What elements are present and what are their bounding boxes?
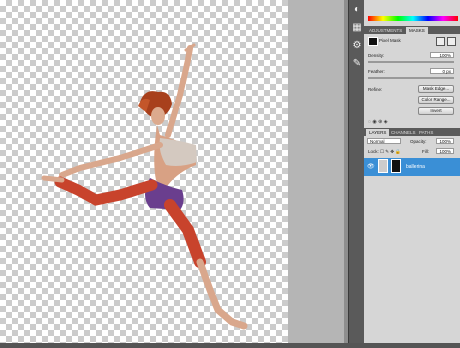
feather-slider[interactable] <box>368 77 454 79</box>
refine-label: Refine: <box>368 87 383 92</box>
right-panel: ADJUSTMENTS MASKS Pixel Mask Density: 10… <box>364 0 460 343</box>
color-range-button[interactable]: Color Range... <box>418 96 454 104</box>
color-spectrum[interactable] <box>368 16 458 21</box>
lock-icons[interactable]: ☐ ✎ ✥ 🔒 <box>380 149 401 155</box>
layer-thumbnail <box>378 159 388 173</box>
tab-paths[interactable]: PATHS <box>416 129 436 136</box>
document-canvas[interactable] <box>0 0 288 343</box>
mask-title: Pixel Mask <box>379 38 401 43</box>
lock-label: Lock: <box>368 149 379 154</box>
tab-layers[interactable]: LAYERS <box>366 129 390 136</box>
panel-icon-strip: ◐ ▦ ⚙ ✎ <box>348 0 365 343</box>
fill-field[interactable]: 100% <box>436 148 454 154</box>
opacity-label: Opacity: <box>410 139 427 144</box>
visibility-eye-icon[interactable]: 👁 <box>367 163 375 170</box>
adjustments-icon[interactable]: ◐ <box>351 4 363 16</box>
feather-label: Feather: <box>368 69 385 74</box>
layer-mask-thumbnail[interactable] <box>391 159 401 173</box>
pixel-mask-icon[interactable] <box>368 37 378 46</box>
layer-name[interactable]: ballerina <box>406 164 425 170</box>
density-field[interactable]: 100% <box>430 52 454 58</box>
layers-tabbar: LAYERS CHANNELS PATHS <box>364 128 460 136</box>
density-slider[interactable] <box>368 61 454 63</box>
layer-row[interactable]: 👁 ballerina <box>364 158 460 176</box>
pasteboard <box>288 0 344 343</box>
add-vector-mask-icon[interactable] <box>447 37 456 46</box>
invert-button[interactable]: Invert <box>418 107 454 115</box>
dancer-image <box>41 43 248 330</box>
tab-channels[interactable]: CHANNELS <box>388 129 419 136</box>
clone-source-icon[interactable]: ⚙ <box>351 40 363 52</box>
brush-presets-icon[interactable]: ✎ <box>351 58 363 70</box>
mask-edge-button[interactable]: Mask Edge... <box>418 85 454 93</box>
add-pixel-mask-icon[interactable] <box>436 37 445 46</box>
styles-icon[interactable]: ▦ <box>351 22 363 34</box>
fill-label: Fill: <box>422 149 429 154</box>
feather-field[interactable]: 0 px <box>430 68 454 74</box>
blend-mode-select[interactable]: Normal <box>367 138 401 144</box>
density-label: Density: <box>368 53 385 58</box>
masks-tabbar: ADJUSTMENTS MASKS <box>364 26 460 34</box>
opacity-field[interactable]: 100% <box>436 138 454 144</box>
mask-footer-icons[interactable]: ◌ ◉ ⊕ ◈ <box>368 119 388 125</box>
tab-masks[interactable]: MASKS <box>406 27 428 34</box>
tab-adjustments[interactable]: ADJUSTMENTS <box>366 27 405 34</box>
